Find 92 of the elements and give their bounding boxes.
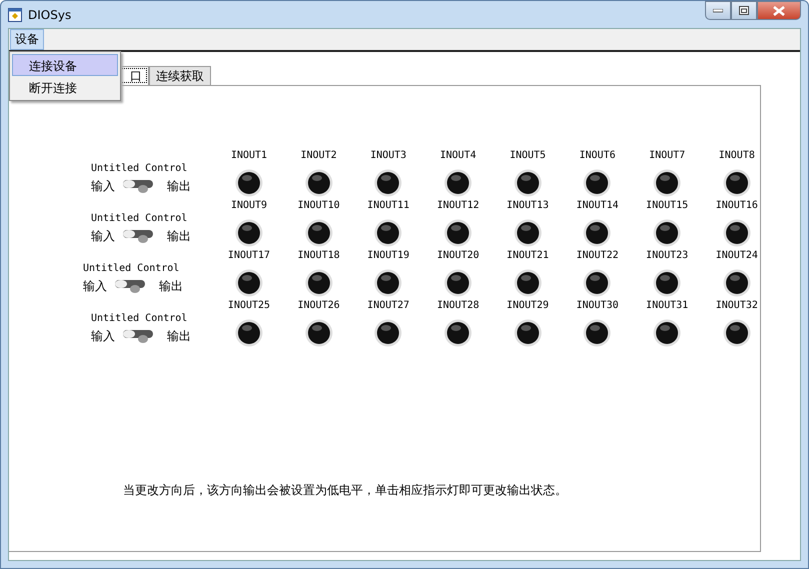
indicator-light[interactable] xyxy=(653,169,682,197)
indicator-light[interactable] xyxy=(374,319,402,347)
led-label: INOUT8 xyxy=(718,150,755,161)
indicator-light[interactable] xyxy=(722,319,751,347)
control-label: Untitled Control xyxy=(91,213,188,224)
window-title: DIOSys xyxy=(28,8,72,22)
indicator-light[interactable] xyxy=(444,319,472,347)
output-label: 输出 xyxy=(167,178,191,194)
output-label: 输出 xyxy=(167,228,191,244)
close-icon xyxy=(773,6,785,16)
input-label: 输入 xyxy=(91,178,115,194)
close-button[interactable] xyxy=(757,1,801,20)
indicator-light[interactable] xyxy=(374,219,402,247)
indicator-light[interactable] xyxy=(374,169,402,197)
hint-text: 当更改方向后，该方向输出会被设置为低电平，单击相应指示灯即可更改输出状态。 xyxy=(123,482,568,499)
led-label: INOUT25 xyxy=(228,300,270,311)
led-label: INOUT21 xyxy=(506,250,549,261)
led-label: INOUT3 xyxy=(370,150,406,161)
indicator-light[interactable] xyxy=(722,169,751,197)
menu-item[interactable]: 连接设备 xyxy=(12,54,118,76)
toggle-switch[interactable] xyxy=(121,327,155,345)
indicator-light[interactable] xyxy=(444,169,472,197)
led-label: INOUT29 xyxy=(506,300,549,311)
led-label: INOUT13 xyxy=(506,200,549,211)
led-label: INOUT7 xyxy=(649,150,686,161)
led-label: INOUT12 xyxy=(436,200,480,211)
app-icon xyxy=(8,8,22,22)
led-label: INOUT10 xyxy=(298,200,340,211)
menu-item[interactable]: 设备 xyxy=(10,29,44,50)
indicator-light[interactable] xyxy=(583,319,612,347)
indicator-light[interactable] xyxy=(514,269,542,297)
toggle-switch[interactable] xyxy=(121,177,155,195)
indicator-light[interactable] xyxy=(583,169,612,197)
led-label: INOUT4 xyxy=(440,150,476,161)
indicator-light[interactable] xyxy=(653,319,682,347)
led-label: INOUT32 xyxy=(716,300,758,311)
led-label: INOUT1 xyxy=(230,150,268,161)
input-label: 输入 xyxy=(83,278,107,294)
led-label: INOUT16 xyxy=(716,200,758,211)
input-label: 输入 xyxy=(91,228,115,244)
indicator-light[interactable] xyxy=(583,219,612,247)
led-label: INOUT5 xyxy=(510,150,546,161)
led-label: INOUT28 xyxy=(436,300,480,311)
control-label: Untitled Control xyxy=(91,313,188,324)
indicator-light[interactable] xyxy=(583,269,612,297)
indicator-light[interactable] xyxy=(444,219,472,247)
led-label: INOUT27 xyxy=(367,300,410,311)
led-label: INOUT9 xyxy=(230,200,268,211)
led-label: INOUT26 xyxy=(298,300,340,311)
indicator-light[interactable] xyxy=(235,269,263,297)
led-label: INOUT20 xyxy=(436,250,480,261)
indicator-light[interactable] xyxy=(514,319,542,347)
minimize-button[interactable] xyxy=(705,1,731,20)
led-label: INOUT15 xyxy=(646,200,688,211)
output-label: 输出 xyxy=(159,278,183,294)
led-label: INOUT18 xyxy=(298,250,340,261)
led-label: INOUT19 xyxy=(367,250,410,261)
led-label: INOUT22 xyxy=(576,250,619,261)
indicator-light[interactable] xyxy=(304,319,333,347)
led-label: INOUT6 xyxy=(579,150,616,161)
indicator-light[interactable] xyxy=(722,269,751,297)
indicator-light[interactable] xyxy=(235,319,263,347)
led-label: INOUT23 xyxy=(646,250,688,261)
indicator-light[interactable] xyxy=(304,169,333,197)
tab[interactable]: 连续获取 xyxy=(149,66,211,85)
indicator-light[interactable] xyxy=(235,169,263,197)
minimize-icon xyxy=(713,8,723,12)
led-label: INOUT14 xyxy=(576,200,619,211)
indicator-light[interactable] xyxy=(653,219,682,247)
indicator-light[interactable] xyxy=(653,269,682,297)
indicator-light[interactable] xyxy=(235,219,263,247)
indicator-light[interactable] xyxy=(444,269,472,297)
indicator-light[interactable] xyxy=(304,269,333,297)
indicator-light[interactable] xyxy=(374,269,402,297)
control-label: Untitled Control xyxy=(91,163,188,174)
indicator-light[interactable] xyxy=(304,219,333,247)
led-label: INOUT24 xyxy=(716,250,758,261)
toggle-switch[interactable] xyxy=(121,227,155,245)
output-label: 输出 xyxy=(167,328,191,344)
maximize-button[interactable] xyxy=(731,1,757,20)
indicator-light[interactable] xyxy=(514,219,542,247)
toggle-switch[interactable] xyxy=(113,277,147,295)
led-label: INOUT11 xyxy=(367,200,410,211)
indicator-light[interactable] xyxy=(722,219,751,247)
led-label: INOUT17 xyxy=(228,250,270,261)
indicator-light[interactable] xyxy=(514,169,542,197)
led-label: INOUT2 xyxy=(300,150,337,161)
maximize-icon xyxy=(739,6,749,15)
control-label: Untitled Control xyxy=(83,263,180,274)
led-label: INOUT31 xyxy=(646,300,688,311)
input-label: 输入 xyxy=(91,328,115,344)
led-label: INOUT30 xyxy=(576,300,619,311)
